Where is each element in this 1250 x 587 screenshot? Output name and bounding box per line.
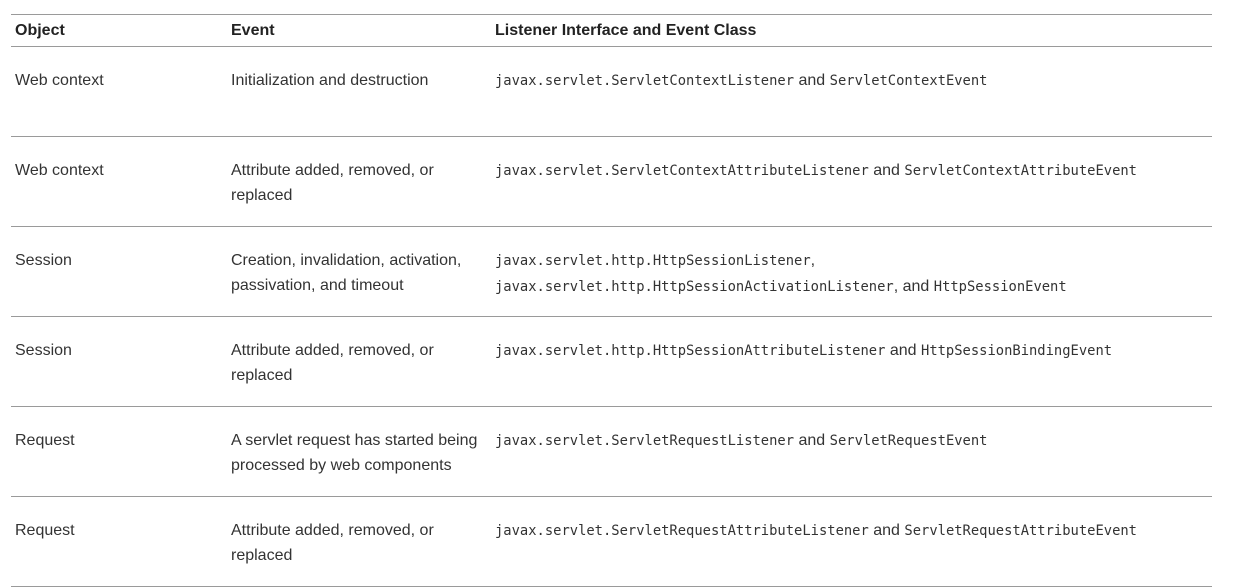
table-body: Web context Initialization and destructi… [11,47,1212,587]
cell-object: Session [15,342,72,359]
listener-class-name-2: javax.servlet.http.HttpSessionActivation… [495,279,894,295]
event-class-name: ServletContextAttributeEvent [904,163,1137,179]
listener-table: Object Event Listener Interface and Even… [11,14,1212,587]
table-row: Request Attribute added, removed, or rep… [11,497,1212,587]
header-event: Event [231,21,275,39]
table-row: Web context Initialization and destructi… [11,47,1212,137]
cell-object: Session [15,252,72,269]
listener-class-name: javax.servlet.http.HttpSessionAttributeL… [495,343,886,359]
cell-listener: javax.servlet.ServletContextListener and… [491,47,1212,137]
event-class-name: ServletRequestEvent [829,433,988,449]
table-row: Session Creation, invalidation, activati… [11,227,1212,317]
cell-listener: javax.servlet.ServletRequestListener and… [491,407,1212,497]
cell-object: Request [15,432,75,449]
event-class-name: HttpSessionEvent [933,279,1067,295]
header-row: Object Event Listener Interface and Even… [11,14,1212,47]
cell-object: Web context [15,72,104,89]
cell-event: Attribute added, removed, or replaced [231,522,434,564]
listener-class-name: javax.servlet.ServletRequestListener [495,433,795,449]
cell-object: Request [15,522,75,539]
event-class-name: ServletContextEvent [829,73,988,89]
table-header: Object Event Listener Interface and Even… [11,14,1212,47]
cell-event: Attribute added, removed, or replaced [231,162,434,204]
cell-listener: javax.servlet.http.HttpSessionListener, j… [491,227,1212,317]
connector-and: and [798,432,826,449]
listener-class-name: javax.servlet.ServletContextListener [495,73,795,89]
table-row: Web context Attribute added, removed, or… [11,137,1212,227]
cell-event: A servlet request has started being proc… [231,432,478,474]
cell-listener: javax.servlet.http.HttpSessionAttributeL… [491,317,1212,407]
cell-event: Initialization and destruction [231,72,429,89]
cell-listener: javax.servlet.ServletContextAttributeLis… [491,137,1212,227]
connector-and: and [889,342,917,359]
listener-class-name: javax.servlet.http.HttpSessionListener [495,253,811,269]
connector-comma: , [810,252,816,269]
table-row: Session Attribute added, removed, or rep… [11,317,1212,407]
connector-and: and [798,72,826,89]
cell-event: Attribute added, removed, or replaced [231,342,434,384]
cell-listener: javax.servlet.ServletRequestAttributeLis… [491,497,1212,587]
cell-object: Web context [15,162,104,179]
listener-class-name: javax.servlet.ServletContextAttributeLis… [495,163,869,179]
listener-class-name: javax.servlet.ServletRequestAttributeLis… [495,523,869,539]
connector-comma-and: , and [893,278,930,295]
event-class-name: ServletRequestAttributeEvent [904,523,1137,539]
header-object: Object [15,21,65,39]
connector-and: and [873,162,900,179]
listener-table-container: Object Event Listener Interface and Even… [11,14,1212,587]
connector-and: and [873,522,900,539]
cell-event: Creation, invalidation, activation, pass… [231,252,462,294]
event-class-name: HttpSessionBindingEvent [921,343,1113,359]
table-row: Request A servlet request has started be… [11,407,1212,497]
header-listener: Listener Interface and Event Class [495,21,757,39]
